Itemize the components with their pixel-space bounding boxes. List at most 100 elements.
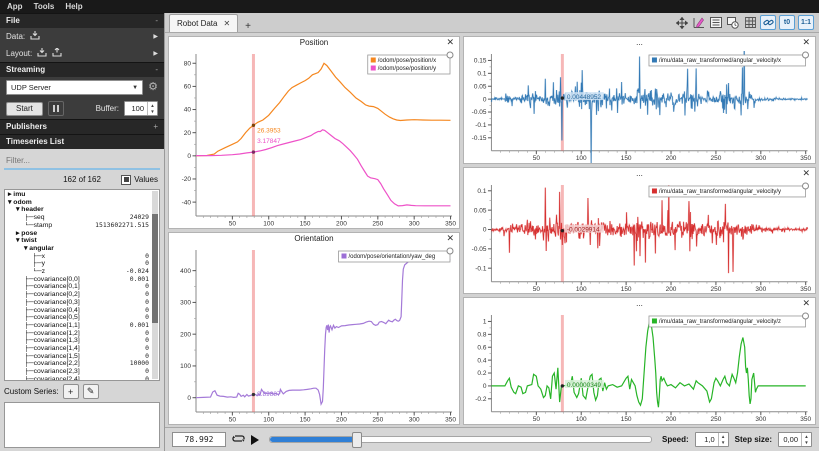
plot-canvas-angular-velocity-x[interactable]: 50 100 150 200 250 300 350 -0.15 -0.1 -0.05 0 0.05 0… — [464, 51, 815, 163]
svg-text:300: 300 — [755, 286, 766, 293]
tree-scrollbar[interactable] — [152, 191, 158, 379]
plot-title: ... — [636, 38, 643, 47]
tree-row[interactable]: ▸ imu — [5, 191, 159, 199]
close-icon[interactable]: ✕ — [802, 299, 810, 308]
svg-text:-0.1: -0.1 — [475, 122, 487, 129]
start-button[interactable]: Start — [6, 101, 43, 116]
custom-series-list[interactable] — [4, 402, 160, 448]
plot-canvas-position[interactable]: 50 100 150 200 250 300 350 -40 -20 0 20 40 60 80 26.39… — [169, 51, 459, 228]
tree-row[interactable]: ├─covariance[2,2] 10000 — [5, 360, 159, 368]
zoom-edit-icon[interactable] — [692, 16, 706, 29]
values-checkbox[interactable] — [121, 174, 132, 185]
menu-app[interactable]: App — [7, 2, 23, 11]
section-publishers-title: Publishers — [6, 122, 47, 131]
slider-handle[interactable] — [352, 432, 363, 448]
loop-icon[interactable] — [232, 433, 245, 446]
close-icon[interactable]: ✕ — [446, 234, 454, 243]
tree-row[interactable]: ├─covariance[0,3] 0 — [5, 298, 159, 307]
pause-button[interactable] — [47, 101, 64, 116]
svg-text:300: 300 — [409, 221, 420, 228]
tab-robot-data[interactable]: Robot Data ✕ — [169, 14, 239, 32]
tree-row[interactable]: ├─covariance[0,2] 0 — [5, 290, 159, 299]
tree-row[interactable]: ├─covariance[0,1] 0 — [5, 283, 159, 291]
close-icon[interactable]: ✕ — [802, 38, 810, 47]
layout-expand-arrow[interactable]: ▶ — [153, 50, 158, 57]
tree-row[interactable]: ├─covariance[0,4] 0 — [5, 306, 159, 315]
tree-row[interactable]: ├─covariance[2,3] 0 — [5, 367, 159, 376]
svg-text:/odom/pose/orientation/yaw_deg: /odom/pose/orientation/yaw_deg — [349, 254, 436, 260]
tab-close-icon[interactable]: ✕ — [223, 19, 230, 28]
svg-text:350: 350 — [800, 286, 811, 293]
time-offset-icon[interactable]: t0 — [779, 15, 795, 30]
edit-custom-series-button[interactable]: ✎ — [82, 384, 99, 399]
menu-tools[interactable]: Tools — [34, 2, 55, 11]
speed-value: 1,0 — [704, 435, 715, 444]
streaming-source-value: UDP Server — [11, 83, 51, 92]
tree-row[interactable]: ▾ twist — [5, 237, 159, 245]
plot-canvas-orientation[interactable]: 50 100 150 200 250 300 350 0 100 200 300 400 9.89887… — [169, 247, 459, 424]
data-row: Data: ▶ — [0, 28, 164, 45]
svg-text:150: 150 — [621, 417, 632, 424]
plot-canvas-angular-velocity-z[interactable]: 50 100 150 200 250 300 350 -0.2 0 0.2 0.4 0.6 0.8 1 0.… — [464, 312, 815, 424]
time-value-input[interactable]: 78.992 — [172, 432, 226, 447]
svg-text:100: 100 — [576, 417, 587, 424]
tree-row[interactable]: ├─covariance[1,1] 0.001 — [5, 321, 159, 330]
svg-text:300: 300 — [755, 155, 766, 162]
tree-row[interactable]: ├─covariance[1,4] 0 — [5, 344, 159, 353]
add-tab-button[interactable]: + — [238, 21, 258, 32]
section-publishers[interactable]: Publishers + — [0, 119, 164, 134]
legend-list-icon[interactable] — [709, 16, 723, 29]
data-expand-arrow[interactable]: ▶ — [153, 33, 158, 40]
spin-down-icon[interactable]: ▼ — [148, 109, 157, 116]
tree-row[interactable]: ▾ odom — [5, 199, 159, 207]
svg-text:400: 400 — [180, 268, 191, 275]
plot-angular-velocity-z: ... ✕ 50 100 150 200 250 300 350 -0.2 0 0.2 0.4 0.6… — [463, 297, 816, 426]
step-size-spinbox[interactable]: 0,00 ▲ ▼ — [778, 432, 812, 447]
timeseries-pane: 162 of 162 Values ▸ imu▾ odom▾ header├─s… — [0, 149, 164, 451]
spin-down-icon[interactable]: ▼ — [802, 440, 811, 447]
close-icon[interactable]: ✕ — [802, 168, 810, 178]
load-data-icon[interactable] — [30, 31, 40, 42]
buffer-spinbox[interactable]: 100 ▲ ▼ — [124, 101, 158, 116]
grid-view-icon[interactable] — [743, 16, 757, 29]
svg-text:1: 1 — [483, 319, 487, 326]
streaming-source-select[interactable]: UDP Server ▼ — [6, 80, 144, 95]
add-custom-series-button[interactable]: + — [62, 384, 79, 399]
spin-down-icon[interactable]: ▼ — [719, 440, 728, 447]
tree-row[interactable]: └─stamp 1513602271.515 — [5, 221, 159, 230]
menu-help[interactable]: Help — [65, 2, 82, 11]
svg-text:50: 50 — [533, 417, 541, 424]
tree-row[interactable]: ▾ angular — [5, 245, 159, 253]
tree-row[interactable]: ├─covariance[2,4] 0 — [5, 375, 159, 380]
section-file[interactable]: File - — [0, 13, 164, 28]
time-slider[interactable] — [269, 432, 652, 448]
tree-row[interactable]: ├─covariance[1,2] 0 — [5, 329, 159, 338]
close-icon[interactable]: ✕ — [446, 38, 454, 47]
gear-icon[interactable]: ⚙ — [148, 82, 158, 93]
buffer-clock-icon[interactable] — [726, 16, 740, 29]
tree-row[interactable]: ├─x 0 — [5, 252, 159, 261]
svg-text:250: 250 — [372, 221, 383, 228]
tree-row[interactable]: ├─covariance[0,0] 0.001 — [5, 275, 159, 284]
link-axes-icon[interactable] — [760, 15, 776, 30]
timeseries-tree[interactable]: ▸ imu ▾ odom ▾ header ├─seq 24029 └─stamp 1513… — [4, 189, 160, 381]
section-streaming[interactable]: Streaming - — [0, 62, 164, 77]
svg-text:350: 350 — [800, 155, 811, 162]
left-sidebar: File - Data: ▶ Layout: ▶ Streaming - UDP… — [0, 13, 165, 451]
tab-bar: Robot Data ✕ + t0 1:1 — [165, 13, 819, 33]
svg-text:0: 0 — [483, 226, 487, 233]
svg-text:300: 300 — [409, 417, 420, 424]
ratio-1-1-icon[interactable]: 1:1 — [798, 15, 814, 30]
play-button[interactable] — [251, 434, 259, 445]
tree-row[interactable]: ▸ pose — [5, 230, 159, 238]
svg-text:0: 0 — [483, 383, 487, 390]
filter-input[interactable] — [4, 153, 160, 170]
tree-row[interactable]: ├─covariance[1,3] 0 — [5, 337, 159, 345]
save-layout-icon[interactable] — [52, 47, 62, 59]
svg-text:0.2: 0.2 — [477, 371, 486, 378]
section-timeseries[interactable]: Timeseries List — [0, 134, 164, 149]
pan-arrows-icon[interactable] — [675, 16, 689, 29]
load-layout-icon[interactable] — [37, 48, 47, 59]
speed-spinbox[interactable]: 1,0 ▲ ▼ — [694, 432, 729, 447]
plot-canvas-angular-velocity-y[interactable]: 50 100 150 200 250 300 350 -0.1 -0.05 0 0.05 0.1 -0.… — [464, 182, 815, 294]
